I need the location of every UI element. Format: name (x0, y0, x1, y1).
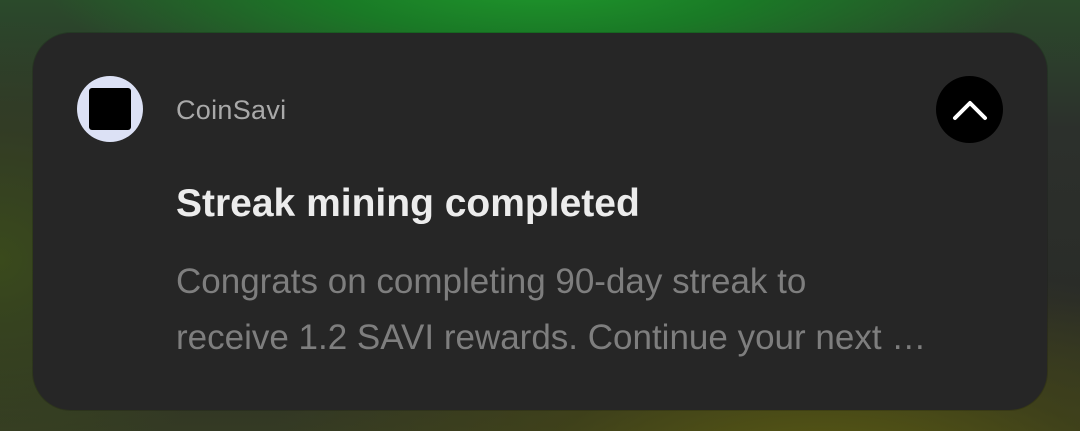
app-icon (77, 76, 143, 142)
app-name: CoinSavi (176, 95, 287, 125)
notification-card[interactable]: CoinSavi Streak mining completed Congrat… (33, 33, 1047, 410)
collapse-button[interactable] (936, 76, 1003, 143)
chevron-up-icon (952, 100, 987, 120)
notification-body-line: receive 1.2 SAVI rewards. Continue your … (176, 318, 927, 357)
notification-title: Streak mining completed (176, 182, 640, 225)
notification-body-line: Congrats on completing 90-day streak to (176, 262, 807, 301)
notification-body: Congrats on completing 90-day streak to … (176, 254, 1006, 366)
coinsavi-app-icon (89, 88, 131, 130)
